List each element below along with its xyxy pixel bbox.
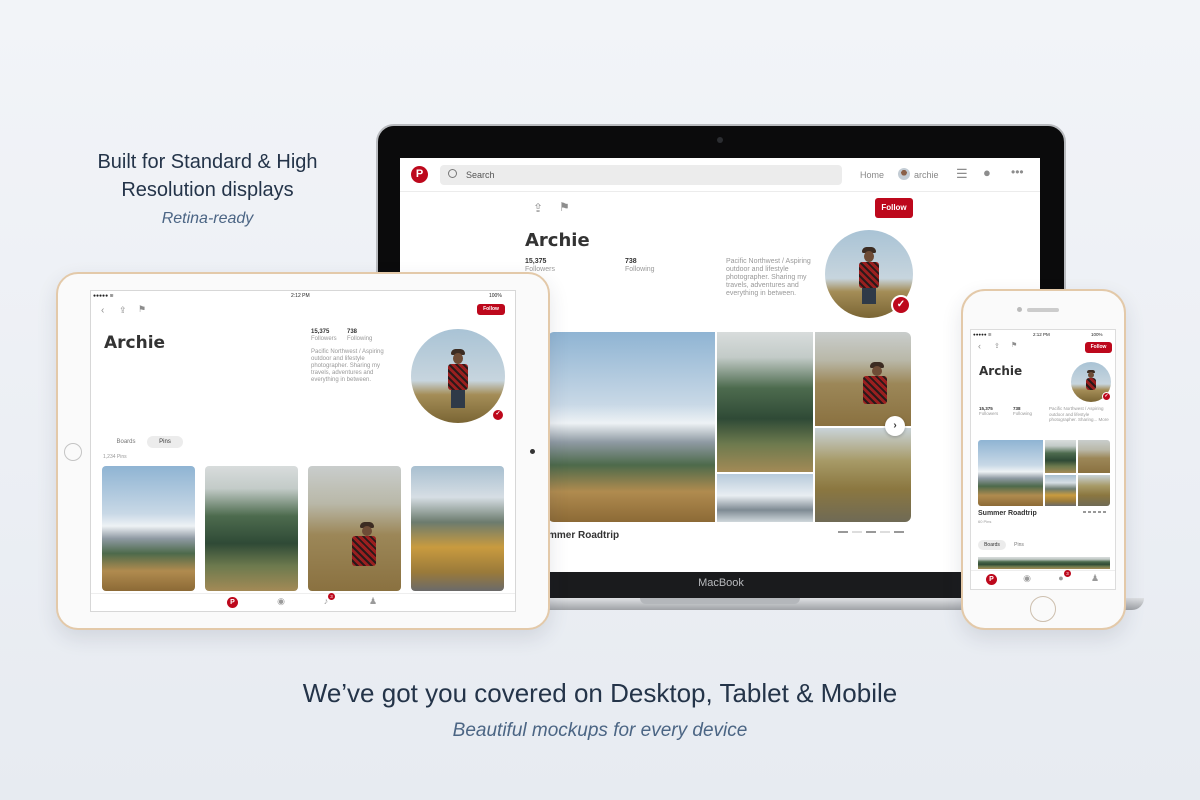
following-label: Following [347,336,373,342]
board-photo-mountain[interactable] [978,440,1043,506]
follow-button[interactable]: Follow [875,198,913,218]
tab-boards[interactable]: Boards [105,436,147,448]
share-icon[interactable]: ⇪ [994,342,1000,350]
profile-name: Archie [104,333,166,353]
pin-photo-man[interactable] [308,466,401,591]
verified-icon: ✓ [492,409,504,421]
board-photo-valley[interactable] [1078,475,1110,506]
board-caption[interactable]: mmer Roadtrip [548,530,619,541]
menu-icon[interactable]: ☰ [956,166,968,182]
avatar[interactable] [898,168,910,180]
board-title[interactable]: Summer Roadtrip [978,510,1037,517]
board-pins-count: 60 Pins [978,519,992,524]
profile-bio: Pacific Northwest / Aspiring outdoor and… [311,349,384,383]
following-count[interactable]: 738 [625,258,637,265]
profile-photo [411,329,505,423]
phone-screen: ●●●●● ≋ 2:12 PM 100% ‹ ⇪ ⚑ Follow Archie… [970,329,1116,590]
flag-icon[interactable]: ⚑ [559,200,570,214]
pin-photo-forest[interactable] [205,466,298,591]
board-photo-road[interactable] [1045,475,1076,506]
phone-home-button[interactable] [1030,596,1056,622]
back-icon[interactable]: ‹ [978,341,981,351]
board-photo-man[interactable] [815,332,911,426]
pin-photo-road[interactable] [411,466,504,591]
search-icon [448,169,457,178]
following-label: Following [1013,411,1033,416]
pinterest-logo-icon[interactable]: P [411,166,428,183]
verified-icon: ✓ [1102,392,1111,401]
back-icon[interactable]: ‹ [101,305,104,316]
board-photo-forest[interactable] [717,332,813,472]
more-icon[interactable]: ••• [1011,165,1024,179]
status-signal: ●●●●● ≋ [973,332,992,337]
profile-name: Archie [525,230,590,251]
next-arrow-icon[interactable]: › [885,416,905,436]
laptop-camera [717,137,723,143]
pins-count: 1,234 Pins [103,454,127,460]
notification-badge: 3 [328,593,335,600]
status-signal: ●●●●● ≋ [93,293,114,299]
board-photo-snowy[interactable] [717,474,813,522]
profile-bio: Pacific Northwest / Aspiring outdoor and… [1049,406,1109,422]
board-preview-strip[interactable] [978,557,1110,569]
tab-boards[interactable]: Boards [978,540,1006,550]
status-battery: 100% [489,293,502,299]
nav-user[interactable]: archie [914,170,939,180]
phone-camera [1017,307,1022,312]
messages-icon[interactable]: ● [983,165,991,180]
tablet-camera [530,449,535,454]
followers-count[interactable]: 15,375 [311,329,329,335]
follow-button[interactable]: Follow [1085,342,1112,353]
flag-icon[interactable]: ⚑ [1011,341,1017,349]
board-photo-mountain[interactable] [548,332,715,522]
profile-tab-icon[interactable]: ♟ [367,596,379,607]
board-photo-valley[interactable] [815,428,911,522]
profile-name: Archie [979,364,1023,378]
explore-tab-icon[interactable]: ◉ [1021,573,1033,584]
tab-pins[interactable]: Pins [147,436,183,448]
tablet-home-button[interactable] [64,443,82,461]
flag-icon[interactable]: ⚑ [138,304,146,315]
footer-title: We’ve got you covered on Desktop, Tablet… [302,678,898,708]
board-photo-forest[interactable] [1045,440,1076,473]
board-photo-man[interactable] [1078,440,1110,473]
footer-subtitle: Beautiful mockups for every device [452,720,748,741]
explore-tab-icon[interactable]: ◉ [275,596,287,607]
following-label: Following [625,266,655,273]
home-tab-icon[interactable]: P [986,574,997,585]
followers-label: Followers [311,336,337,342]
profile-bio: Pacific Northwest / Aspiring outdoor and… [726,258,811,297]
share-icon[interactable]: ⇪ [119,305,127,316]
tablet-screen: ●●●●● ≋ 2:12 PM 100% ‹ ⇪ ⚑ Follow Archie… [90,290,516,612]
tablet-tabbar [91,593,515,611]
share-icon[interactable]: ⇪ [533,201,543,215]
pin-photo-mountain[interactable] [102,466,195,591]
nav-home[interactable]: Home [860,170,884,180]
verified-icon: ✓ [891,295,911,315]
followers-label: Followers [979,411,999,416]
subline: Retina-ready [161,210,254,227]
search-input[interactable]: Search [440,165,842,185]
phone-speaker [1027,308,1059,312]
carousel-indicator [838,531,908,533]
home-tab-icon[interactable]: P [227,597,238,608]
profile-tab-icon[interactable]: ♟ [1089,573,1101,584]
notification-badge: 3 [1064,570,1071,577]
follow-button[interactable]: Follow [477,304,505,315]
status-battery: 100% [1091,332,1103,337]
status-time: 2:12 PM [291,293,310,299]
laptop-notch [640,598,800,604]
followers-count[interactable]: 15,375 [525,258,546,265]
status-time: 2:12 PM [1033,332,1050,337]
carousel-indicator [1083,511,1107,513]
following-count[interactable]: 738 [347,329,357,335]
tab-pins[interactable]: Pins [1007,540,1031,550]
headline: Built for Standard & High Resolution dis… [97,151,318,201]
